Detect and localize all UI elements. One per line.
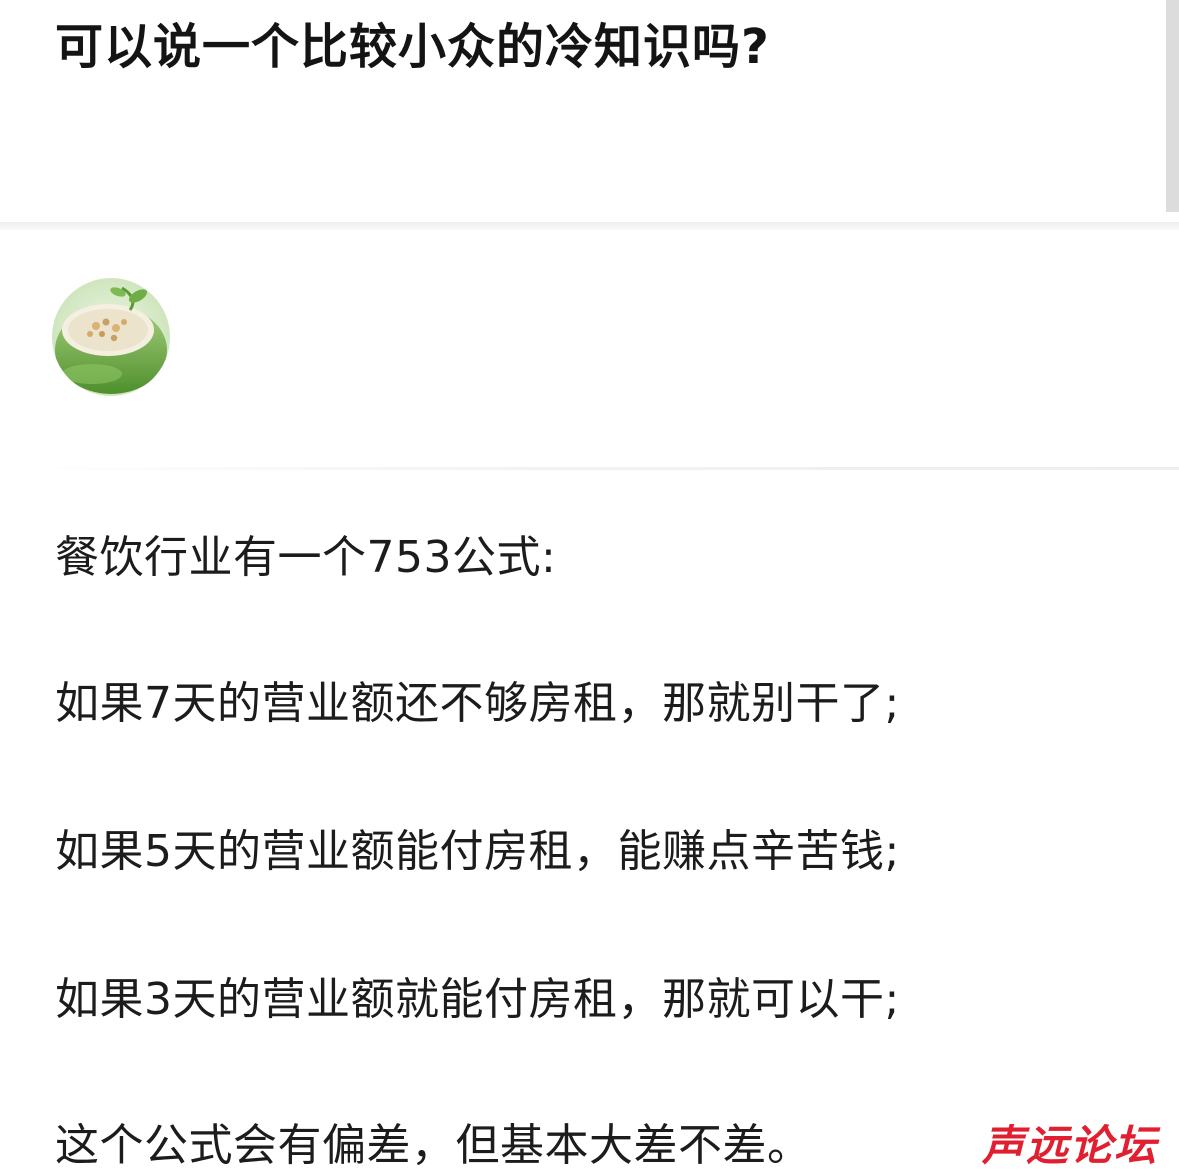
section-divider	[0, 222, 1179, 230]
question-title[interactable]: 可以说一个比较小众的冷知识吗?	[55, 12, 770, 82]
bowl-of-porridge-icon	[52, 278, 170, 396]
answer-paragraph: 餐饮行业有一个753公式:	[55, 532, 557, 583]
watermark-logo-icon: 声远论坛	[978, 1119, 1161, 1173]
svg-text:声远论坛: 声远论坛	[981, 1121, 1161, 1170]
answer-paragraph: 如果5天的营业额能付房租，能赚点辛苦钱;	[55, 826, 900, 877]
scrollbar-thumb[interactable]	[1166, 0, 1179, 212]
author-divider	[0, 467, 1179, 470]
answer-page: 可以说一个比较小众的冷知识吗? 餐饮行业有一个753公式: 如果7天的营业额还不…	[0, 0, 1179, 1174]
question-header[interactable]: 可以说一个比较小众的冷知识吗?	[0, 0, 1179, 222]
answer-paragraph: 如果7天的营业额还不够房租，那就别干了;	[55, 678, 900, 729]
answer-paragraph: 如果3天的营业额就能付房租，那就可以干;	[55, 974, 900, 1025]
avatar[interactable]	[52, 278, 170, 396]
answer-paragraph: 这个公式会有偏差，但基本大差不差。	[55, 1120, 812, 1171]
watermark-logo: 声远论坛	[967, 1116, 1173, 1173]
author-row	[0, 230, 1179, 470]
